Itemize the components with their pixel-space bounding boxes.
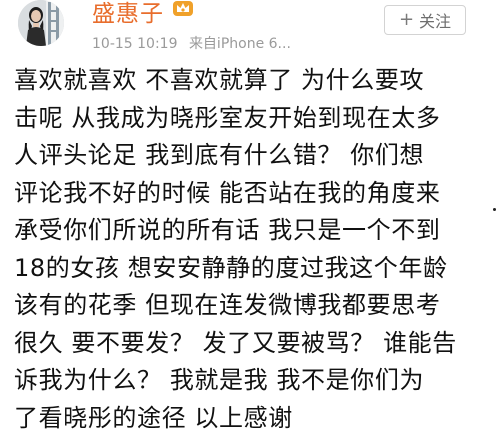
- weibo-post: 盛惠子 10-15 10:19 来自iPhone 6... + 关注 喜欢就喜欢…: [0, 0, 499, 426]
- username[interactable]: 盛惠子: [92, 0, 164, 28]
- content-line: 诉我为什么？ 我就是我 我不是你们为: [14, 362, 492, 400]
- follow-button-label: 关注: [419, 8, 451, 32]
- plus-icon: +: [399, 11, 414, 29]
- content-line: 很久 要不要发？ 发了又要被骂？ 谁能告: [14, 325, 492, 363]
- content-line: 了看晓彤的途径 以上感谢: [14, 400, 492, 437]
- content-line: 18的女孩 想安安静静的度过我这个年龄: [14, 250, 492, 288]
- content-line: 承受你们所说的所有话 我只是一个不到: [14, 212, 492, 250]
- crown-badge-icon: [172, 0, 194, 18]
- post-content: 喜欢就喜欢 不喜欢就算了 为什么要攻 击呢 从我成为晓彤室友开始到现在太多 人评…: [14, 62, 492, 437]
- scroll-indicator-dot: [493, 208, 496, 211]
- follow-button[interactable]: + 关注: [384, 5, 466, 35]
- avatar[interactable]: [18, 0, 64, 46]
- content-line: 击呢 从我成为晓彤室友开始到现在太多: [14, 100, 492, 138]
- user-avatar-photo: [18, 0, 64, 46]
- content-line: 人评头论足 我到底有什么错？ 你们想: [14, 137, 492, 175]
- post-source[interactable]: 来自iPhone 6...: [189, 36, 291, 52]
- content-line: 该有的花季 但现在连发微博我都要思考: [14, 287, 492, 325]
- post-timestamp: 10-15 10:19: [92, 36, 177, 52]
- content-line: 评论我不好的时候 能否站在我的角度来: [14, 175, 492, 213]
- content-line: 喜欢就喜欢 不喜欢就算了 为什么要攻: [14, 62, 492, 100]
- post-meta: 10-15 10:19 来自iPhone 6...: [92, 33, 291, 53]
